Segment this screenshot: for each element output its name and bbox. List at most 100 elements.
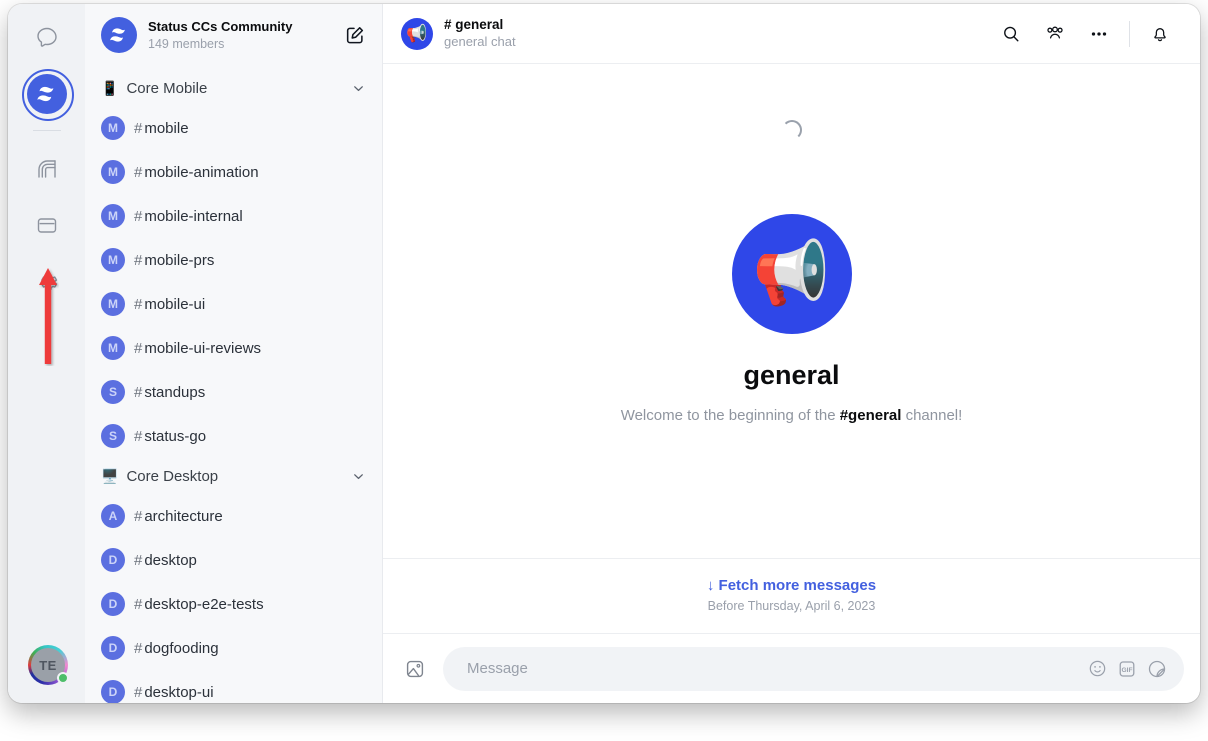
channel-name: # standups	[134, 384, 205, 401]
channel-avatar: D	[101, 592, 125, 616]
channel-label: desktop	[144, 551, 197, 569]
channel-avatar: M	[101, 160, 125, 184]
chat-header: 📢 # general general chat	[383, 4, 1200, 64]
channel-label: mobile-animation	[144, 163, 259, 181]
hash-icon: #	[134, 163, 143, 181]
sidebar-item-dogfooding[interactable]: D # dogfooding	[85, 626, 382, 670]
community-meta: Status CCs Community 149 members	[148, 19, 342, 52]
chevron-down-icon[interactable]	[351, 81, 366, 96]
channel-label: mobile-prs	[144, 251, 215, 269]
compose-icon[interactable]	[342, 22, 368, 48]
sidebar-item-mobile-ui-reviews[interactable]: M # mobile-ui-reviews	[85, 326, 382, 370]
category-emoji: 🖥️	[101, 468, 119, 484]
sidebar-item-standups[interactable]: S # standups	[85, 370, 382, 414]
category-label: Core Mobile	[126, 79, 208, 97]
emoji-icon[interactable]	[1082, 654, 1112, 684]
sidebar-item-community[interactable]	[21, 69, 74, 121]
channel-empty-state: 📢 general Welcome to the beginning of th…	[621, 214, 963, 424]
sidebar-item-architecture[interactable]: A # architecture	[85, 494, 382, 538]
hash-icon: #	[134, 119, 143, 137]
sidebar-item-mobile-prs[interactable]: M # mobile-prs	[85, 238, 382, 282]
channel-label: status-go	[144, 427, 207, 445]
hash-icon: #	[134, 295, 143, 313]
chat-title: # general	[444, 17, 504, 32]
welcome-channel: #general	[839, 407, 902, 424]
rail-divider	[32, 130, 61, 131]
sticker-icon[interactable]	[1142, 654, 1172, 684]
search-icon[interactable]	[989, 14, 1033, 54]
gif-icon[interactable]: GIF	[1112, 654, 1142, 684]
sidebar-item-desktop-ui[interactable]: D # desktop-ui	[85, 670, 382, 703]
hash-icon: #	[134, 507, 143, 525]
channel-name: # mobile	[134, 120, 189, 137]
chat-avatar: 📢	[401, 17, 433, 50]
app-window: TE Status CCs Community 149 members 📱 Co…	[8, 4, 1200, 703]
welcome-suffix: channel!	[901, 407, 963, 424]
channel-label: architecture	[144, 507, 223, 525]
channel-avatar: D	[101, 548, 125, 572]
category-emoji: 📱	[101, 80, 119, 96]
channel-name: # desktop-ui	[134, 684, 214, 701]
chat-titles: # general general chat	[444, 17, 989, 50]
channel-label: desktop-e2e-tests	[144, 595, 264, 613]
svg-text:GIF: GIF	[1122, 666, 1133, 673]
hash-icon: #	[134, 639, 143, 657]
community-avatar	[101, 17, 137, 53]
chat-bubble-icon[interactable]	[27, 18, 67, 58]
channel-avatar: M	[101, 336, 125, 360]
sidebar-item-desktop[interactable]: D # desktop	[85, 538, 382, 582]
more-horizontal-icon[interactable]	[1077, 14, 1121, 54]
wallet-arc-icon[interactable]	[27, 149, 67, 189]
sidebar-item-mobile[interactable]: M # mobile	[85, 106, 382, 150]
chevron-down-icon[interactable]	[351, 469, 366, 484]
fetch-more-messages-button[interactable]: ↓ Fetch more messages	[707, 577, 876, 594]
channel-label: mobile-internal	[144, 207, 243, 225]
channel-avatar: A	[101, 504, 125, 528]
members-icon[interactable]	[1033, 14, 1077, 54]
community-header[interactable]: Status CCs Community 149 members	[85, 4, 382, 66]
channel-name: # mobile-animation	[134, 164, 259, 181]
fetch-more-block: ↓ Fetch more messages Before Thursday, A…	[383, 558, 1200, 633]
channel-avatar: M	[101, 292, 125, 316]
chat-subtitle: general chat	[444, 34, 516, 49]
image-attach-icon[interactable]	[401, 655, 429, 683]
community-name: Status CCs Community	[148, 18, 293, 34]
channel-label: desktop-ui	[144, 683, 214, 701]
category-row[interactable]: 🖥️ Core Desktop	[85, 458, 382, 494]
sidebar-item-desktop-e2e-tests[interactable]: D # desktop-e2e-tests	[85, 582, 382, 626]
channel-name: # architecture	[134, 508, 223, 525]
welcome-prefix: Welcome to the beginning of the	[620, 407, 840, 424]
presence-indicator	[57, 672, 69, 684]
sidebar-item-mobile-ui[interactable]: M # mobile-ui	[85, 282, 382, 326]
sidebar-item-mobile-internal[interactable]: M # mobile-internal	[85, 194, 382, 238]
message-input-wrapper[interactable]: GIF	[443, 646, 1184, 691]
channel-avatar: S	[101, 380, 125, 404]
hash-icon: #	[134, 683, 143, 701]
fetch-date-label: Before Thursday, April 6, 2023	[707, 599, 876, 613]
browser-card-icon[interactable]	[27, 205, 67, 245]
channels-sidebar: Status CCs Community 149 members 📱 Core M…	[85, 4, 383, 703]
left-rail: TE	[8, 4, 85, 703]
hash-icon: #	[134, 251, 143, 269]
hash-icon: #	[134, 595, 143, 613]
sidebar-item-status-go[interactable]: S # status-go	[85, 414, 382, 458]
channel-name: # mobile-ui-reviews	[134, 340, 261, 357]
loading-spinner-icon	[781, 120, 802, 140]
channel-avatar: D	[101, 636, 125, 660]
channel-avatar: M	[101, 248, 125, 272]
header-divider	[1129, 20, 1130, 47]
message-composer: GIF	[383, 633, 1200, 703]
channel-label: mobile	[144, 119, 189, 137]
category-label: Core Desktop	[126, 467, 219, 485]
status-logo-icon	[36, 86, 53, 102]
avatar[interactable]: TE	[28, 645, 69, 685]
channel-avatar: M	[101, 204, 125, 228]
channel-list: 📱 Core Mobile M # mobile M # mobile-animation M #…	[85, 66, 382, 703]
welcome-text: Welcome to the beginning of the #general…	[621, 407, 963, 424]
channel-avatar: D	[101, 680, 125, 703]
channel-avatar-large: 📢	[731, 214, 852, 334]
bell-icon[interactable]	[1138, 14, 1182, 54]
sidebar-item-mobile-animation[interactable]: M # mobile-animation	[85, 150, 382, 194]
category-row[interactable]: 📱 Core Mobile	[85, 70, 382, 106]
message-input[interactable]	[465, 646, 1082, 691]
